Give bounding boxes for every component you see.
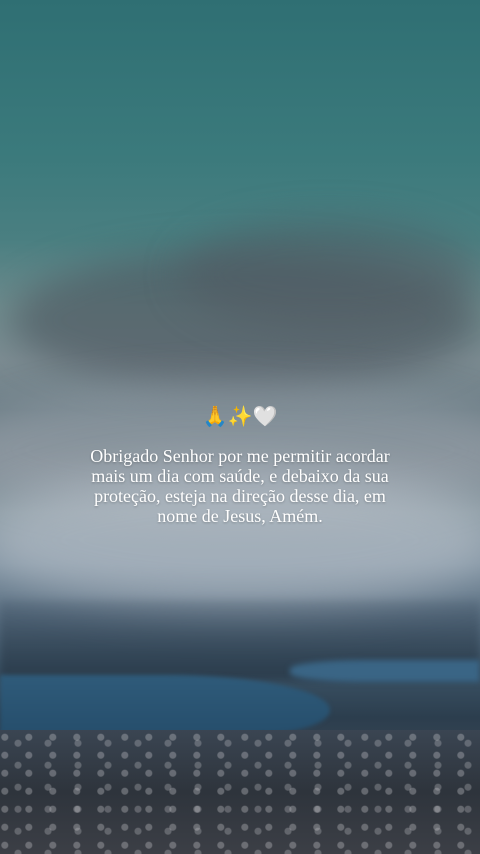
story-background-photo: 🙏✨🤍 Obrigado Senhor por me permitir acor… [0, 0, 480, 854]
lake-far [290, 660, 480, 682]
emoji-line: 🙏✨🤍 [202, 404, 278, 428]
dark-cloud-upper [180, 220, 480, 330]
snowy-foreground [0, 730, 480, 854]
lake [0, 675, 330, 735]
prayer-caption: Obrigado Senhor por me permitir acordar … [90, 446, 390, 526]
